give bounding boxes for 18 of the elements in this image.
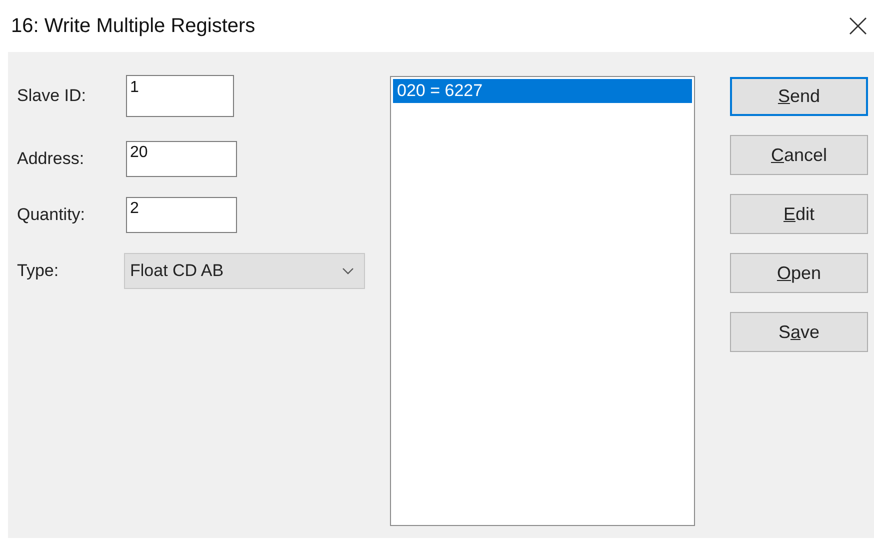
field-label: Quantity:: [17, 205, 86, 225]
dialog-button[interactable]: Send: [730, 77, 868, 116]
close-icon[interactable]: [848, 16, 868, 36]
dialog-button[interactable]: Edit: [730, 194, 868, 234]
input-field[interactable]: 20: [126, 141, 237, 177]
type-dropdown[interactable]: Float CD AB: [124, 253, 365, 289]
dialog-button[interactable]: Cancel: [730, 135, 868, 175]
list-item[interactable]: 020 = 6227: [393, 79, 692, 103]
dialog-button[interactable]: Open: [730, 253, 868, 293]
field-label: Type:: [17, 261, 60, 281]
input-field[interactable]: 2: [126, 197, 237, 233]
field-label: Address:: [17, 149, 86, 169]
dialog-button[interactable]: Save: [730, 312, 868, 352]
caret-icon: [342, 267, 354, 275]
register-list[interactable]: 020 = 6227: [390, 76, 695, 526]
field-label: Slave ID:: [17, 86, 87, 106]
input-field[interactable]: 1: [126, 75, 234, 117]
window-title: 16: Write Multiple Registers: [11, 14, 256, 38]
